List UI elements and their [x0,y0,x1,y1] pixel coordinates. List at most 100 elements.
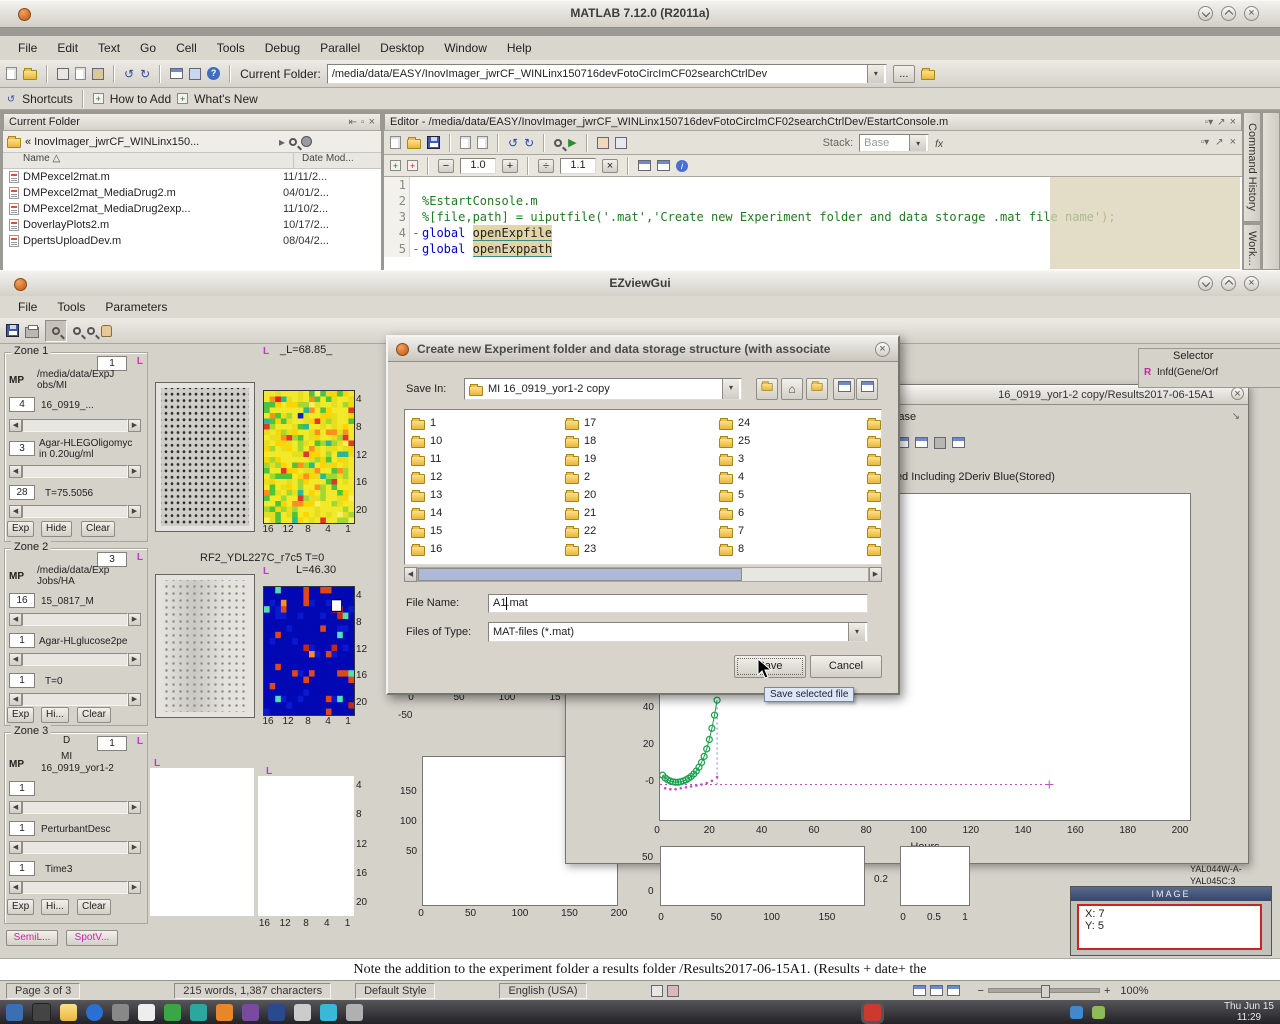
changes-icon[interactable] [667,985,679,997]
image-window-titlebar[interactable]: IMAGE [1071,887,1271,901]
save-in-combo[interactable]: MI 16_0919_yor1-2 copy ▾ [464,378,742,400]
taskbar-app-icon[interactable] [268,1004,285,1021]
folder-item[interactable]: 7 [719,522,750,540]
zone1-exp-button[interactable]: Exp [7,521,34,537]
save-icon[interactable] [427,136,440,149]
font-larger-button[interactable]: + [502,159,518,173]
matlab-titlebar[interactable]: MATLAB 7.12.0 (R2011a) [0,0,1280,28]
redo-icon[interactable] [524,136,534,150]
list-view-button[interactable] [833,378,855,400]
folder-item[interactable]: 20 [565,486,596,504]
chevron-down-icon[interactable]: ▾ [848,623,865,641]
folder-item[interactable]: 22 [565,522,596,540]
cell-mode-icon[interactable] [638,160,651,171]
close-editor-icon[interactable] [1230,116,1236,129]
zone3-slider-1[interactable]: ◀▶ [9,801,141,814]
folder-item[interactable]: 11 [411,450,442,468]
folder-item[interactable]: 8 [719,540,750,558]
tray-volume-icon[interactable] [1092,1006,1105,1019]
paste-icon[interactable] [92,68,104,80]
zone2-slider-2[interactable]: ◀▶ [9,653,141,666]
shortcut-how-to-add[interactable]: How to Add [110,92,171,106]
folder-item[interactable]: 18 [565,432,596,450]
taskbar-files-icon[interactable] [60,1004,77,1021]
editor-split-icon[interactable]: ↗ [1215,137,1223,148]
folder-item[interactable] [867,522,881,540]
stack-combo[interactable]: Base ▾ [859,134,929,152]
folder-list[interactable]: 110111213141516 171819220212223 24253456… [404,409,882,565]
zone2-slider-1[interactable]: ◀▶ [9,613,141,626]
file-row[interactable]: DpertsUploadDev.m 08/04/2... [3,233,381,249]
new-folder-button[interactable] [806,378,828,400]
folder-item[interactable]: 14 [411,504,442,522]
scrollbar-thumb[interactable] [418,568,742,581]
chevron-down-icon[interactable]: ▾ [722,379,739,399]
taskbar-app-icon[interactable] [320,1004,337,1021]
menu-item[interactable]: Parameters [105,300,167,314]
find-icon[interactable] [554,139,562,147]
close-button[interactable] [1231,387,1244,400]
zoom-in-icon[interactable] [73,327,81,335]
close-panel-icon[interactable] [369,116,375,129]
run-icon[interactable]: ▶ [568,136,576,149]
info-icon[interactable] [676,160,688,172]
folder-item[interactable] [867,540,881,558]
folder-item[interactable]: 25 [719,432,750,450]
undock-icon[interactable]: ▫ [361,117,365,128]
dock-menu-icon[interactable]: ▫▾ [1205,117,1214,128]
dialog-titlebar[interactable]: Create new Experiment folder and data st… [388,337,898,362]
file-name-input[interactable]: A1.mat [488,594,868,613]
folder-item[interactable]: 13 [411,486,442,504]
horizontal-scrollbar[interactable]: ◀ ▶ [404,567,882,582]
semilog-button[interactable]: SemiL... [6,930,58,946]
font-smaller-button[interactable]: − [438,159,454,173]
breakpoint-icon[interactable] [597,137,609,149]
folder-item[interactable] [867,450,881,468]
code-editor[interactable]: 1 2%EstartConsole.m 3%[file,path] = uipu… [384,177,1242,269]
options-icon[interactable] [934,437,946,449]
print-icon[interactable] [25,327,39,338]
folder-item[interactable]: 2 [565,468,596,486]
zone2-field2[interactable]: 1 [9,633,35,648]
taskbar-app-icon[interactable] [216,1004,233,1021]
up-one-level-button[interactable] [756,378,778,400]
up-folder-icon[interactable] [921,70,935,80]
zone2-slider-3[interactable]: ◀▶ [9,693,141,706]
folder-item[interactable]: 17 [565,414,596,432]
grid-view-icon[interactable] [915,437,928,448]
folder-item[interactable] [867,432,881,450]
zone1-slider-2[interactable]: ◀▶ [9,465,141,478]
menu-item[interactable]: Parallel [320,41,360,55]
zone2-clear-button[interactable]: Clear [77,707,111,723]
folder-item[interactable]: 19 [565,450,596,468]
menu-item[interactable]: Help [507,41,532,55]
zone3-field3[interactable]: 1 [9,861,35,876]
gear-icon[interactable] [301,136,312,147]
selection-mode-icon[interactable] [651,985,663,997]
taskbar-writer-active-icon[interactable] [864,1004,881,1021]
maximize-button[interactable] [1221,6,1236,21]
menu-item[interactable]: Debug [265,41,300,55]
view-book-icon[interactable] [947,985,960,996]
files-of-type-combo[interactable]: MAT-files (*.mat) ▾ [488,622,868,642]
menu-item[interactable]: Tools [57,300,85,314]
zone1-field2[interactable]: 3 [9,441,35,456]
ratio-field[interactable]: 1.1 [560,158,596,174]
chevron-down-icon[interactable]: ▾ [867,65,884,83]
resize-corner-icon[interactable]: ↘ [1232,411,1240,422]
view-multi-icon[interactable] [930,985,943,996]
zone3-field2[interactable]: 1 [9,821,35,836]
zone3-exp-button[interactable]: Exp [7,899,34,915]
folder-breadcrumb[interactable]: « InovImager_jwrCF_WINLinx150... [25,136,275,148]
minimize-button[interactable] [1198,6,1213,21]
cut-icon[interactable] [57,68,69,80]
undock-editor-icon[interactable]: ↗ [1217,117,1225,128]
taskbar-doc-icon[interactable] [138,1004,155,1021]
zone-marker-icon[interactable] [137,356,143,367]
menu-item[interactable]: Cell [176,41,197,55]
maximize-button[interactable] [1221,276,1236,291]
zone3-slider-2[interactable]: ◀▶ [9,841,141,854]
scroll-left-icon[interactable]: ◀ [404,567,417,582]
redo-icon[interactable] [140,67,150,81]
zone3-slider-3[interactable]: ◀▶ [9,881,141,894]
